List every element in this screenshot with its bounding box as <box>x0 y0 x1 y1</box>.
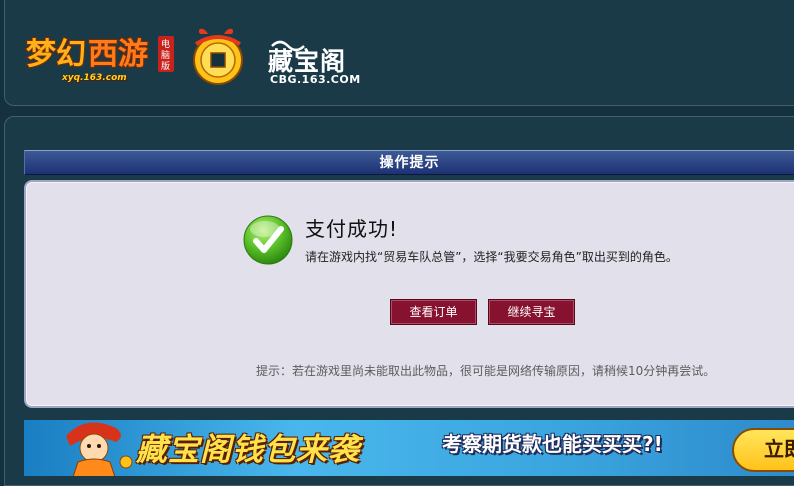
view-order-button[interactable]: 查看订单 <box>390 299 477 325</box>
continue-browsing-button[interactable]: 继续寻宝 <box>488 299 575 325</box>
success-title: 支付成功! <box>305 217 399 241</box>
mhxy-logo-text-2: 西游 <box>88 37 148 72</box>
banner-main-text: 藏宝阁钱包来袭 <box>136 432 360 468</box>
dialog-title: 操作提示 <box>379 155 440 171</box>
edition-char-1: 电 <box>161 38 170 50</box>
checkmark-circle-icon <box>243 215 293 265</box>
banner-sub-text: 考察期货款也能买买买?! <box>442 432 663 456</box>
mhxy-logo-text-1: 梦幻 <box>26 37 86 72</box>
edition-char-2: 脑 <box>161 49 170 61</box>
tip-text: 提示：若在游戏里尚未能取出此物品，很可能是网络传输原因，请稍候10分钟再尝试。 <box>256 364 716 378</box>
edition-char-3: 版 <box>161 60 170 72</box>
banner-cta-button[interactable]: 立即查 <box>732 428 794 472</box>
character-illustration-icon <box>66 422 133 476</box>
dialog-titlebar: 操作提示 <box>24 150 794 175</box>
wallet-promo-banner[interactable]: 藏宝阁钱包来袭 考察期货款也能买买买?! 立即查 <box>24 420 794 476</box>
mhxy-domain: xyq.163.com <box>62 73 127 83</box>
success-description: 请在游戏内找“贸易车队总管”，选择“我要交易角色”取出买到的角色。 <box>305 250 678 264</box>
cbg-domain: CBG.163.COM <box>270 73 361 86</box>
